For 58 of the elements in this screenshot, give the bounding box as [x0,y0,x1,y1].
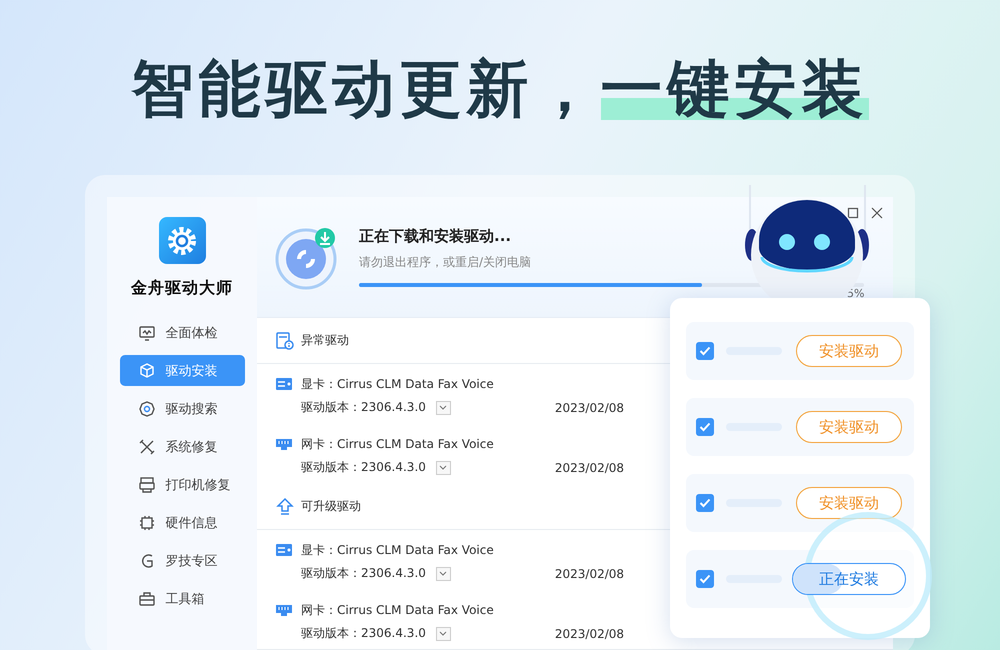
driver-version: 驱动版本：2306.4.3.0 [301,565,426,582]
network-card-icon [275,436,293,452]
device-name: 网卡：Cirrus CLM Data Fax Voice [301,436,494,453]
version-dropdown[interactable] [436,566,451,580]
app-logo-icon [158,217,206,264]
checkbox[interactable] [696,418,714,436]
graphics-card-icon [275,376,293,392]
check-icon [699,346,711,356]
check-icon [699,574,711,584]
driver-date: 2023/02/08 [554,566,624,580]
sidebar-item[interactable]: 系统修复 [120,431,244,462]
toolbox-icon [138,590,156,608]
chevron-down-icon [439,570,448,576]
graphics-card-icon [275,542,293,558]
sidebar-item[interactable]: 硬件信息 [120,507,244,538]
printer-icon [138,476,156,494]
check-icon [699,422,711,432]
sidebar-item[interactable]: 工具箱 [120,583,244,614]
checkbox[interactable] [696,342,714,360]
network-card-icon [275,602,293,618]
group-title: 可升级驱动 [301,498,361,515]
up-arrow-icon [275,496,295,516]
checkbox[interactable] [696,494,714,512]
search-icon [138,400,156,418]
check-icon [699,498,711,508]
driver-version: 驱动版本：2306.4.3.0 [301,399,426,416]
group-title: 异常驱动 [301,332,349,349]
app-name: 金舟驱动大师 [131,278,233,299]
version-dropdown[interactable] [436,460,451,474]
driver-date: 2023/02/08 [554,626,624,640]
installing-button[interactable]: 正在安装 [792,563,906,595]
sidebar-item[interactable]: 打印机修复 [120,469,244,500]
version-dropdown[interactable] [436,400,451,414]
sidebar-item[interactable]: 驱动搜索 [120,393,244,424]
device-name: 显卡：Cirrus CLM Data Fax Voice [301,376,494,393]
driver-date: 2023/02/08 [554,400,624,414]
driver-version: 驱动版本：2306.4.3.0 [301,625,426,642]
checkbox[interactable] [696,570,714,588]
status-subtitle: 请勿退出程序，或重启/关闭电脑 [359,254,532,271]
chevron-down-icon [439,630,448,636]
chevron-down-icon [439,464,448,470]
version-dropdown[interactable] [436,626,451,640]
chevron-down-icon [439,404,448,410]
status-title: 正在下载和安装驱动... [359,227,512,246]
monitor-icon [138,324,156,342]
chip-icon [138,514,156,532]
warning-document-icon [275,330,295,350]
device-name: 显卡：Cirrus CLM Data Fax Voice [301,542,494,559]
sidebar-item[interactable]: 全面体检 [120,317,244,348]
headline: 智能驱动更新， [132,52,600,126]
tools-icon [138,438,156,456]
cube-icon [138,362,156,380]
sidebar-item[interactable]: 罗技专区 [120,545,244,576]
driver-version: 驱动版本：2306.4.3.0 [301,459,426,476]
close-icon[interactable] [871,207,883,219]
device-name: 网卡：Cirrus CLM Data Fax Voice [301,602,494,619]
driver-date: 2023/02/08 [554,460,624,474]
maximize-icon[interactable] [847,207,859,219]
